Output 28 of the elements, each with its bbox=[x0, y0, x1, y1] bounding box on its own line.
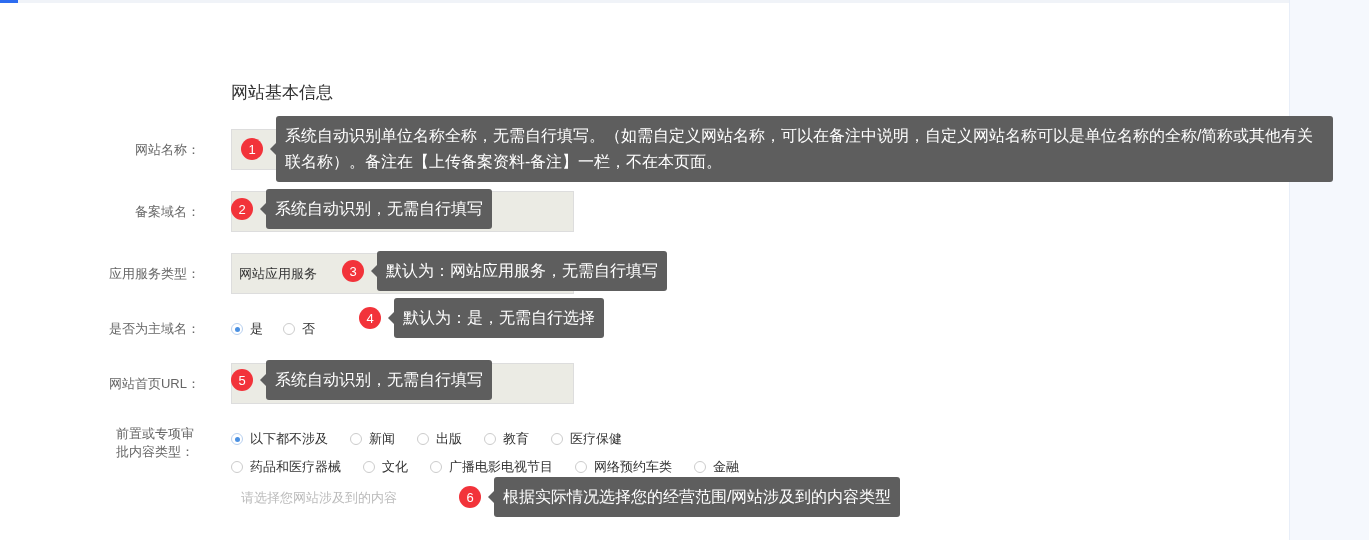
option-label: 新闻 bbox=[369, 430, 395, 448]
option-label: 出版 bbox=[436, 430, 462, 448]
option-label: 教育 bbox=[503, 430, 529, 448]
hint-text: 请选择您网站涉及到的内容 bbox=[241, 490, 397, 505]
field-label: 网站首页URL： bbox=[108, 374, 200, 393]
tooltip: 默认为：是，无需自行选择 bbox=[388, 298, 604, 338]
field-label: 前置或专项审批内容类型： bbox=[115, 425, 195, 461]
option-label: 否 bbox=[302, 320, 315, 338]
field-label: 网站名称： bbox=[134, 140, 200, 159]
number-badge: 6 bbox=[459, 486, 481, 508]
tooltip: 系统自动识别单位名称全称，无需自行填写。（如需自定义网站名称，可以在备注中说明，自定义网站名称可以是单位名称的全称/简称或其他有关联名称）。备注在【上传备案资料-备注】一栏，不在本页面。 bbox=[270, 116, 1333, 182]
field-label: 备案域名： bbox=[134, 202, 200, 221]
option-label: 广播电影电视节目 bbox=[449, 458, 553, 476]
number-badge: 4 bbox=[359, 307, 381, 329]
option-label: 药品和医疗器械 bbox=[250, 458, 341, 476]
tooltip: 系统自动识别，无需自行填写 bbox=[260, 360, 492, 400]
option-label: 医疗保健 bbox=[570, 430, 622, 448]
option-label: 以下都不涉及 bbox=[250, 430, 328, 448]
section-title: 网站基本信息 bbox=[231, 82, 334, 104]
option-label: 是 bbox=[250, 320, 263, 338]
tooltip: 根据实际情况选择您的经营范围/网站涉及到的内容类型 bbox=[488, 477, 901, 517]
field-label: 应用服务类型： bbox=[108, 264, 200, 283]
option-label: 网络预约车类 bbox=[594, 458, 672, 476]
option-label: 金融 bbox=[713, 458, 739, 476]
field-label: 是否为主域名： bbox=[108, 320, 200, 338]
option-label: 文化 bbox=[382, 458, 408, 476]
tooltip: 默认为：网站应用服务，无需自行填写 bbox=[371, 251, 667, 291]
tooltip: 系统自动识别，无需自行填写 bbox=[260, 189, 492, 229]
